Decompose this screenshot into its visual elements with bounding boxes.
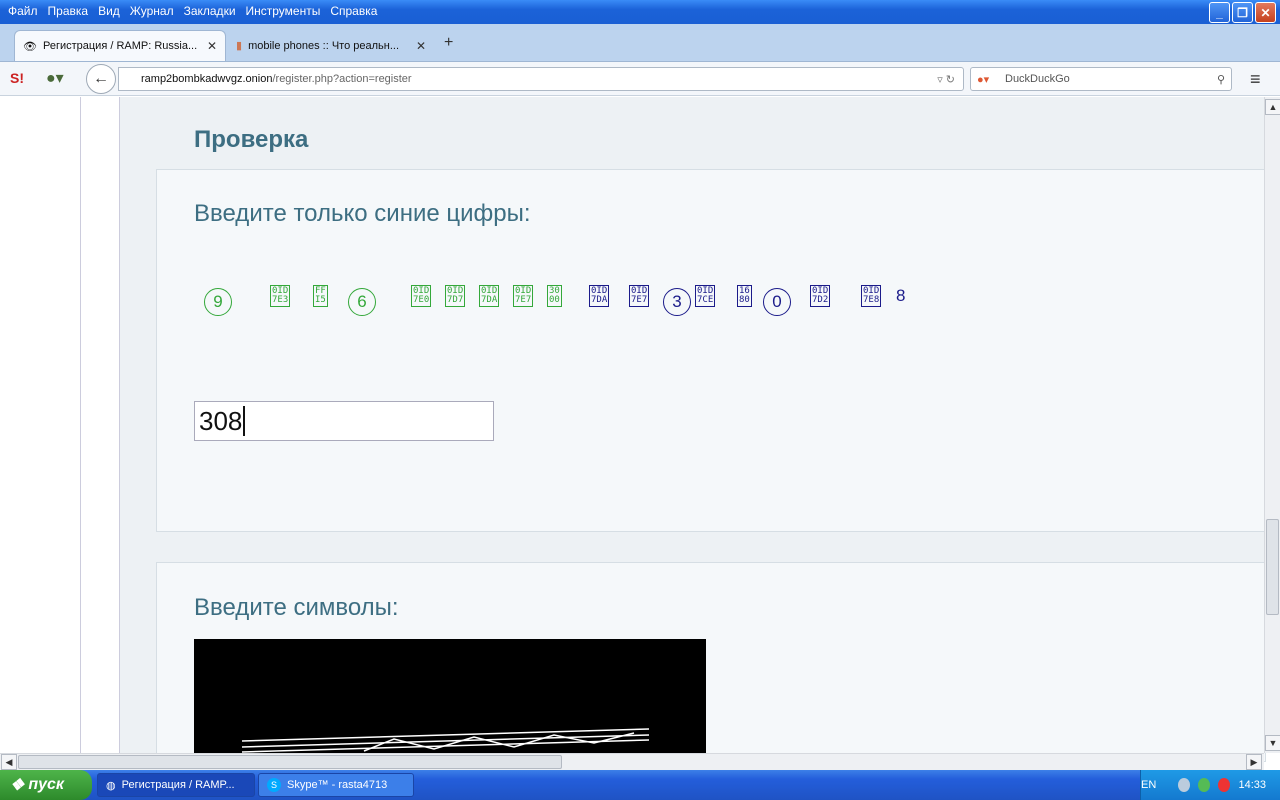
- captcha-glyph: 3: [663, 288, 691, 316]
- section-title: Проверка: [194, 126, 309, 153]
- start-label: пуск: [28, 776, 65, 793]
- back-button[interactable]: ←: [86, 64, 116, 94]
- close-tab-icon[interactable]: ✕: [416, 39, 426, 53]
- captcha-glyph: 0: [763, 288, 791, 316]
- window-titlebar: Файл Правка Вид Журнал Закладки Инструме…: [0, 0, 1280, 24]
- reload-icon[interactable]: ▿ ↻: [937, 73, 955, 86]
- globe-icon: ◍: [106, 779, 116, 792]
- captcha-label: Введите только синие цифры:: [194, 200, 531, 227]
- symbols-label: Введите символы:: [194, 594, 399, 621]
- taskbar-button-skype[interactable]: S Skype™ - rasta4713: [258, 773, 414, 797]
- tab-mobile-phones[interactable]: ▮ mobile phones :: Что реальн... ✕: [228, 30, 434, 61]
- search-input[interactable]: ●▾ DuckDuckGo ⚲: [970, 67, 1232, 91]
- menu-help[interactable]: Справка: [330, 4, 377, 18]
- symbols-captcha-image: [194, 639, 706, 753]
- close-window-button[interactable]: ✕: [1255, 2, 1276, 23]
- captcha-glyph: 0ID 7E8: [861, 285, 882, 307]
- url-domain: ramp2bombkadwvgz.onion: [141, 73, 273, 85]
- captcha-glyph: FF I5: [313, 285, 328, 307]
- captcha-glyph: 0ID 7E3: [270, 285, 291, 307]
- vertical-scrollbar[interactable]: ▲ ▼: [1264, 97, 1280, 753]
- menu-icon[interactable]: ≡: [1250, 69, 1261, 90]
- warning-icon[interactable]: [1218, 778, 1231, 792]
- windows-logo-icon: ❖: [10, 777, 25, 794]
- captcha-glyph: 0ID 7CE: [695, 285, 716, 307]
- captcha-glyph: 0ID 7D2: [810, 285, 831, 307]
- scroll-down-icon[interactable]: ▼: [1265, 735, 1280, 751]
- taskbar-button-browser[interactable]: ◍ Регистрация / RAMP...: [97, 773, 255, 797]
- menu-bookmarks[interactable]: Закладки: [184, 4, 236, 18]
- menu-history[interactable]: Журнал: [130, 4, 174, 18]
- search-placeholder: DuckDuckGo: [1005, 73, 1070, 85]
- system-tray: EN 14:33: [1140, 770, 1280, 800]
- url-bar[interactable]: ramp2bombkadwvgz.onion/register.php?acti…: [118, 67, 964, 91]
- captcha-glyph: 0ID 7D7: [445, 285, 466, 307]
- scroll-left-icon[interactable]: ◀: [1, 754, 17, 770]
- captcha-glyph: 0ID 7E7: [629, 285, 650, 307]
- menu-tools[interactable]: Инструменты: [246, 4, 321, 18]
- search-icon[interactable]: ⚲: [1217, 73, 1225, 86]
- arrow-left-icon: ←: [93, 70, 109, 87]
- captcha-glyph: 0ID 7E7: [513, 285, 534, 307]
- tab-label: Регистрация / RAMP: Russia...: [42, 40, 198, 52]
- captcha-noise-lines: [241, 728, 650, 753]
- menu-view[interactable]: Вид: [98, 4, 120, 18]
- left-column: [80, 97, 120, 753]
- start-button[interactable]: ❖ пуск: [0, 770, 92, 800]
- captcha-glyph: 0ID 7E0: [411, 285, 432, 307]
- hscroll-thumb[interactable]: [18, 755, 562, 769]
- tray-icon[interactable]: [1178, 778, 1191, 792]
- captcha-glyph: 16 80: [737, 285, 752, 307]
- maximize-button[interactable]: ❐: [1232, 2, 1253, 23]
- page-icon: ▮: [236, 40, 243, 52]
- tab-label: mobile phones :: Что реальн...: [248, 39, 400, 52]
- url-path: /register.php?action=register: [272, 73, 412, 85]
- menu-file[interactable]: Файл: [8, 4, 38, 18]
- menu-edit[interactable]: Правка: [48, 4, 89, 18]
- tab-bar: 👁 Регистрация / RAMP: Russia... ✕ ▮ mobi…: [0, 24, 1280, 62]
- close-tab-icon[interactable]: ✕: [207, 39, 217, 53]
- scroll-right-icon[interactable]: ▶: [1246, 754, 1262, 770]
- eye-icon: 👁: [23, 40, 37, 53]
- scroll-thumb[interactable]: [1266, 519, 1279, 615]
- captcha-glyph: 9: [204, 288, 232, 316]
- taskbar-label: Регистрация / RAMP...: [121, 779, 235, 791]
- menu-bar: Файл Правка Вид Журнал Закладки Инструме…: [0, 0, 383, 22]
- captcha-glyph: 30 00: [547, 285, 562, 307]
- onion-icon[interactable]: ●▾: [46, 68, 64, 88]
- scroll-up-icon[interactable]: ▲: [1265, 99, 1280, 115]
- captcha-input-value: 308: [199, 405, 243, 436]
- new-tab-icon[interactable]: +: [444, 34, 453, 52]
- skype-icon: S: [267, 778, 281, 792]
- clock: 14:33: [1238, 779, 1266, 791]
- captcha-glyph: 0ID 7DA: [589, 285, 610, 307]
- taskbar-label: Skype™ - rasta4713: [287, 779, 388, 791]
- minimize-button[interactable]: _: [1209, 2, 1230, 23]
- navigation-toolbar: S! ●▾ ← ramp2bombkadwvgz.onion/register.…: [0, 62, 1280, 96]
- captcha-glyph: 6: [348, 288, 376, 316]
- captcha-glyph: 8: [896, 286, 906, 305]
- windows-taskbar: ❖ пуск ◍ Регистрация / RAMP... S Skype™ …: [0, 770, 1280, 800]
- captcha-glyph: 0ID 7DA: [479, 285, 500, 307]
- language-indicator[interactable]: EN: [1141, 779, 1156, 791]
- duckduckgo-icon[interactable]: ●▾: [977, 73, 989, 86]
- captcha-input[interactable]: 308: [194, 401, 494, 441]
- horizontal-scrollbar[interactable]: ◀ ▶: [0, 753, 1264, 770]
- tray-icon[interactable]: [1198, 778, 1211, 792]
- s-addon-icon[interactable]: S!: [10, 70, 24, 86]
- text-caret: [243, 406, 246, 436]
- tab-registration[interactable]: 👁 Регистрация / RAMP: Russia... ✕: [14, 30, 226, 61]
